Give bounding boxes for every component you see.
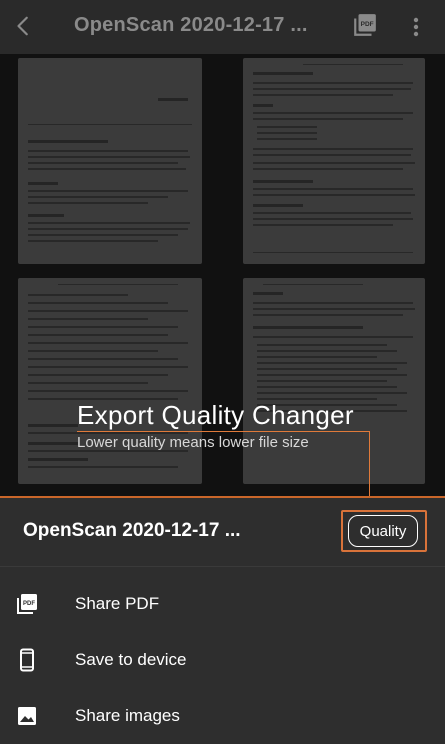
arrow-back-icon (17, 16, 28, 36)
more-options-button[interactable] (404, 12, 428, 42)
pdf-button[interactable]: PDF (352, 12, 382, 42)
svg-text:PDF: PDF (361, 21, 374, 28)
tutorial-title: Export Quality Changer (77, 400, 354, 430)
action-label: Share images (75, 706, 180, 725)
divider (0, 566, 445, 567)
page-thumbnail[interactable] (18, 278, 202, 484)
more-vertical-icon (413, 17, 419, 37)
tutorial-subtitle: Lower quality means lower file size (77, 434, 309, 451)
page-thumbnail[interactable] (243, 278, 425, 484)
page-thumbnail[interactable] (18, 58, 202, 264)
action-label: Share PDF (75, 594, 160, 613)
app-bar: OpenScan 2020-12-17 ... PDF (0, 0, 445, 54)
sheet-title: OpenScan 2020-12-17 ... (23, 520, 241, 541)
back-button[interactable] (6, 8, 42, 44)
tutorial-pointer-line (77, 431, 370, 432)
app-bar-title: OpenScan 2020-12-17 ... (74, 14, 308, 36)
share-bottom-sheet: OpenScan 2020-12-17 ... Quality PDF Shar… (0, 496, 445, 744)
pdf-icon: PDF (354, 14, 376, 36)
image-icon (14, 703, 40, 729)
save-to-device-action[interactable]: Save to device (0, 633, 445, 687)
pdf-icon: PDF (14, 591, 40, 617)
smartphone-icon (14, 647, 40, 673)
page-thumbnail[interactable] (243, 58, 425, 264)
action-label: Save to device (75, 650, 187, 669)
share-pdf-action[interactable]: PDF Share PDF (0, 577, 445, 631)
svg-text:PDF: PDF (23, 601, 35, 607)
quality-button[interactable]: Quality (348, 515, 418, 547)
share-images-action[interactable]: Share images (0, 689, 445, 743)
